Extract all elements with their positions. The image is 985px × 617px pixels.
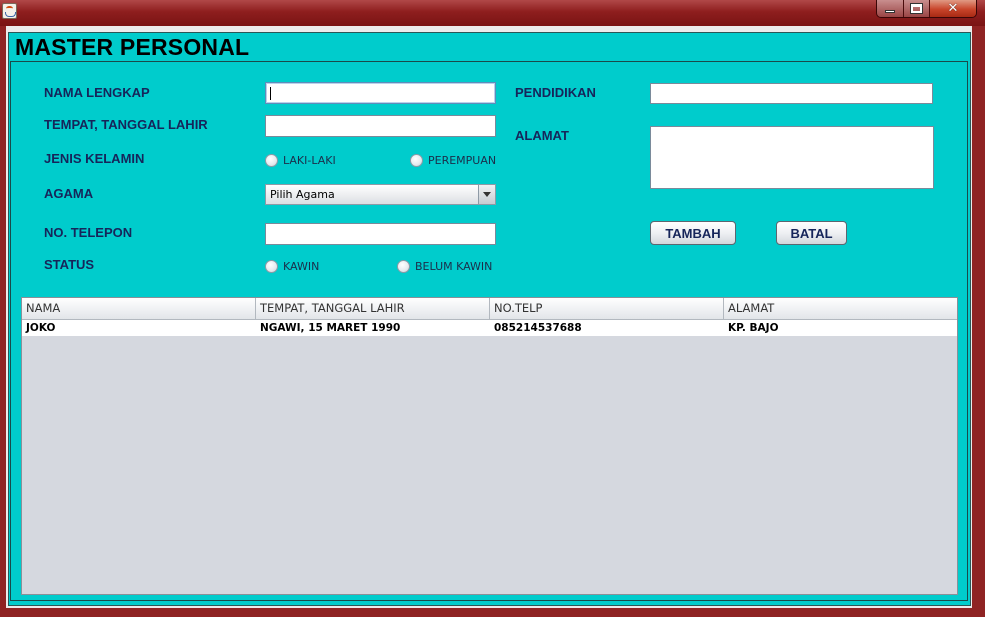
- column-header-alamat[interactable]: ALAMAT: [724, 298, 957, 319]
- maximize-button[interactable]: [904, 0, 930, 17]
- text-caret: [270, 87, 271, 100]
- jenis-kelamin-label: JENIS KELAMIN: [44, 151, 145, 166]
- radio-kawin-label: KAWIN: [283, 259, 320, 273]
- agama-selected-value: Pilih Agama: [270, 188, 335, 201]
- table-header: NAMA TEMPAT, TANGGAL LAHIR NO.TELP ALAMA…: [22, 298, 957, 320]
- window-frame-bottom: [0, 608, 985, 617]
- no-telepon-field[interactable]: [265, 223, 496, 245]
- maximize-icon: [910, 3, 923, 14]
- nama-lengkap-field[interactable]: [265, 82, 496, 104]
- table-cell-tempat-tanggal-lahir: NGAWI, 15 MARET 1990: [260, 322, 401, 334]
- alamat-textarea[interactable]: [650, 126, 934, 189]
- tempat-tanggal-lahir-field[interactable]: [265, 115, 496, 137]
- java-cup-icon: [2, 3, 17, 19]
- tempat-tanggal-lahir-label: TEMPAT, TANGGAL LAHIR: [44, 117, 208, 132]
- nama-lengkap-label: NAMA LENGKAP: [44, 85, 150, 100]
- close-button[interactable]: ✕: [930, 0, 976, 17]
- radio-circle-icon: [265, 259, 278, 273]
- radio-laki-laki[interactable]: LAKI-LAKI: [265, 152, 336, 168]
- pendidikan-label: PENDIDIKAN: [515, 85, 596, 100]
- column-header-tempat-tanggal-lahir[interactable]: TEMPAT, TANGGAL LAHIR: [256, 298, 490, 319]
- radio-belum-kawin[interactable]: BELUM KAWIN: [397, 258, 492, 274]
- master-personal-panel: MASTER PERSONAL NAMA LENGKAP TEMPAT, TAN…: [8, 32, 971, 606]
- table-cell-no-telp: 085214537688: [494, 322, 582, 334]
- window-controls: ✕: [876, 0, 977, 18]
- radio-laki-laki-label: LAKI-LAKI: [283, 153, 336, 167]
- page-title: MASTER PERSONAL: [15, 34, 250, 60]
- batal-button[interactable]: BATAL: [776, 221, 847, 245]
- status-label: STATUS: [44, 257, 95, 272]
- form-panel: NAMA LENGKAP TEMPAT, TANGGAL LAHIR JENIS…: [10, 61, 968, 601]
- column-header-nama[interactable]: NAMA: [22, 298, 256, 319]
- window-title-bar[interactable]: ✕: [0, 0, 985, 26]
- agama-label: AGAMA: [44, 186, 94, 201]
- window-frame-right: [972, 26, 985, 617]
- dropdown-button[interactable]: [478, 185, 495, 204]
- tambah-button[interactable]: TAMBAH: [650, 221, 736, 245]
- radio-kawin[interactable]: KAWIN: [265, 258, 319, 274]
- radio-perempuan[interactable]: PEREMPUAN: [410, 152, 496, 168]
- radio-circle-icon: [265, 153, 278, 167]
- personal-table[interactable]: NAMA TEMPAT, TANGGAL LAHIR NO.TELP ALAMA…: [21, 297, 958, 595]
- column-header-no-telp[interactable]: NO.TELP: [490, 298, 724, 319]
- alamat-label: ALAMAT: [515, 128, 569, 143]
- close-icon: ✕: [947, 1, 959, 16]
- radio-circle-icon: [410, 153, 423, 167]
- table-cell-alamat: KP. BAJO: [728, 322, 779, 334]
- table-row[interactable]: JOKO NGAWI, 15 MARET 1990 085214537688 K…: [22, 320, 957, 336]
- radio-belum-kawin-label: BELUM KAWIN: [415, 259, 493, 273]
- table-cell-nama: JOKO: [26, 322, 56, 334]
- radio-circle-icon: [397, 259, 410, 273]
- minimize-button[interactable]: [877, 0, 904, 17]
- no-telepon-label: NO. TELEPON: [44, 225, 133, 240]
- chevron-down-icon: [483, 192, 491, 197]
- radio-perempuan-label: PEREMPUAN: [428, 153, 497, 167]
- pendidikan-field[interactable]: [650, 83, 933, 104]
- agama-dropdown[interactable]: Pilih Agama: [265, 184, 496, 205]
- minimize-icon: [885, 10, 895, 13]
